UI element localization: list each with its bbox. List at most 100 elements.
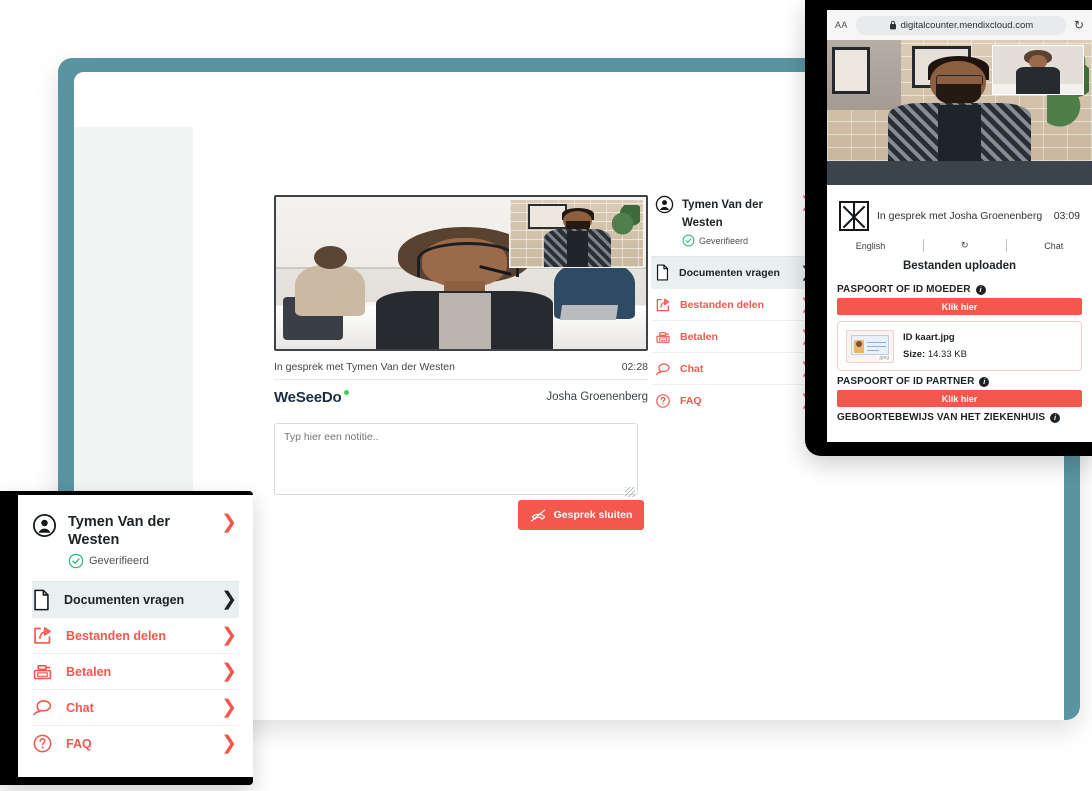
- contact-header[interactable]: Tymen Van der Westen Geverifieerd: [651, 195, 819, 256]
- weseedo-mark-icon: [839, 201, 869, 231]
- menu-item-chat[interactable]: Chat ❯: [32, 689, 239, 725]
- chevron-right-icon: ❯: [221, 589, 237, 610]
- action-menu-large: Tymen Van der Westen Geverifieerd ❯ Docu…: [18, 495, 253, 761]
- phone-upload-panel: In gesprek met Josha Groenenberg 03:09 E…: [827, 195, 1092, 442]
- menu-item-label: Betalen: [680, 330, 718, 343]
- menu-item-chat[interactable]: Chat ❯: [651, 352, 819, 384]
- phone-video-feed[interactable]: [827, 40, 1092, 161]
- menu-item-label: FAQ: [680, 394, 702, 407]
- phone-wall-picture-left: [832, 47, 871, 95]
- menu-item-bestanden-delen[interactable]: Bestanden delen ❯: [651, 288, 819, 320]
- chat-bubbles-icon: [32, 697, 53, 718]
- contact-name: Tymen Van der Westen: [682, 199, 763, 229]
- chevron-right-icon: ❯: [221, 733, 237, 754]
- menu-item-faq[interactable]: FAQ ❯: [651, 384, 819, 416]
- action-menu: Tymen Van der Westen Geverifieerd Docume…: [651, 195, 819, 416]
- file-size: Size: 14.33 KB: [903, 346, 967, 363]
- browser-address-bar: AA digitalcounter.mendixcloud.com ↻: [827, 10, 1092, 40]
- share-icon: [655, 297, 671, 313]
- verified-label: Geverifieerd: [89, 555, 149, 567]
- self-view-pip[interactable]: [508, 199, 644, 268]
- brand-dot: [343, 389, 349, 395]
- phone-video-strip: [827, 161, 1092, 185]
- pip-agent-body: [1016, 67, 1060, 95]
- verified-badge: Geverifieerd: [68, 553, 210, 569]
- phone-screen: AA digitalcounter.mendixcloud.com ↻ In g…: [827, 10, 1092, 442]
- phone-person-tshirt: [938, 105, 981, 161]
- toolbar-divider: [922, 239, 924, 252]
- id-line: [867, 341, 886, 344]
- share-icon: [32, 625, 53, 646]
- upload-section-label-partner: PASPOORT OF ID PARTNER i: [837, 376, 1082, 387]
- phone-call-timer: 03:09: [1053, 210, 1080, 222]
- check-circle-icon: [68, 553, 84, 569]
- contact-info: Tymen Van der Westen Geverifieerd: [68, 513, 210, 569]
- info-icon[interactable]: i: [1050, 412, 1061, 423]
- menu-item-label: FAQ: [66, 736, 92, 751]
- menu-card-device: Tymen Van der Westen Geverifieerd ❯ Docu…: [0, 491, 253, 785]
- brand-text: WeSeeDo: [274, 388, 342, 406]
- weseedo-logo: WeSeeDo: [274, 388, 349, 406]
- text-size-button[interactable]: AA: [835, 20, 848, 30]
- menu-item-label: Documenten vragen: [64, 592, 185, 607]
- contact-info: Tymen Van der Westen Geverifieerd: [682, 195, 792, 247]
- upload-button-partner[interactable]: Klik hier: [837, 390, 1082, 408]
- main-video-feed[interactable]: [274, 195, 648, 351]
- menu-item-bestanden-delen[interactable]: Bestanden delen ❯: [32, 617, 239, 653]
- contact-name: Tymen Van der Westen: [68, 514, 171, 548]
- cash-register-icon: [655, 329, 671, 345]
- brand-row: WeSeeDo Josha Groenenberg: [274, 379, 648, 415]
- menu-item-documenten-vragen[interactable]: Documenten vragen ❯: [651, 256, 819, 288]
- pip-plant: [611, 205, 641, 237]
- contact-header[interactable]: Tymen Van der Westen Geverifieerd ❯: [32, 513, 239, 581]
- refresh-icon[interactable]: ↻: [961, 240, 969, 251]
- menu-item-betalen[interactable]: Betalen ❯: [651, 320, 819, 352]
- document-icon: [32, 589, 51, 611]
- url-field[interactable]: digitalcounter.mendixcloud.com: [855, 15, 1066, 35]
- url-text: digitalcounter.mendixcloud.com: [900, 19, 1034, 31]
- verified-badge: Geverifieerd: [682, 234, 792, 247]
- id-line: [867, 349, 879, 352]
- cash-register-icon: [32, 661, 53, 682]
- menu-item-label: Bestanden delen: [680, 298, 765, 311]
- section-label-text: GEBOORTEBEWIJS VAN HET ZIEKENHUIS: [837, 412, 1046, 424]
- menu-item-documenten-vragen[interactable]: Documenten vragen ❯: [32, 581, 239, 617]
- language-button[interactable]: English: [856, 241, 886, 251]
- info-icon[interactable]: i: [975, 284, 986, 295]
- end-call-button[interactable]: Gesprek sluiten: [518, 500, 644, 530]
- call-timer: 02:28: [621, 361, 648, 373]
- chat-button[interactable]: Chat: [1044, 241, 1063, 251]
- menu-item-label: Chat: [680, 362, 704, 375]
- phone-device: AA digitalcounter.mendixcloud.com ↻ In g…: [805, 0, 1092, 456]
- phone-self-view-pip[interactable]: [991, 44, 1085, 96]
- file-meta: ID kaart.jpg Size: 14.33 KB: [903, 329, 967, 363]
- section-label-text: PASPOORT OF ID PARTNER: [837, 376, 975, 388]
- question-circle-icon: [32, 733, 53, 754]
- upload-section-label-moeder: PASPOORT OF ID MOEDER i: [837, 284, 1082, 295]
- laptop: [559, 304, 618, 321]
- upload-button-moeder[interactable]: Klik hier: [837, 298, 1082, 315]
- call-status-bar: In gesprek met Tymen Van der Westen 02:2…: [274, 355, 648, 380]
- menu-item-betalen[interactable]: Betalen ❯: [32, 653, 239, 689]
- file-name: ID kaart.jpg: [903, 332, 955, 343]
- phone-call-status: In gesprek met Josha Groenenberg 03:09: [837, 195, 1082, 235]
- toolbar-divider: [1005, 239, 1007, 252]
- agent-shirt: [438, 293, 491, 349]
- end-call-label: Gesprek sluiten: [553, 509, 633, 521]
- info-icon[interactable]: i: [979, 376, 990, 387]
- chevron-right-icon: ❯: [221, 661, 237, 682]
- upload-section-label-geboortebewijs: GEBOORTEBEWIJS VAN HET ZIEKENHUIS i: [837, 412, 1082, 423]
- document-icon: [655, 264, 670, 281]
- contact-chevron-right-icon[interactable]: ❯: [221, 513, 237, 532]
- pip-person-tshirt: [567, 230, 589, 267]
- uploaded-file-card[interactable]: jpeg ID kaart.jpg Size: 14.33 KB: [837, 321, 1082, 372]
- phone-hangup-icon: [530, 508, 547, 523]
- chevron-right-icon: ❯: [221, 697, 237, 718]
- note-input[interactable]: [274, 423, 638, 495]
- menu-item-faq[interactable]: FAQ ❯: [32, 725, 239, 761]
- reload-icon[interactable]: ↻: [1074, 18, 1084, 32]
- background-person-left: [294, 246, 365, 316]
- id-photo: [854, 339, 864, 353]
- textarea-resize-grip[interactable]: [625, 487, 635, 497]
- id-line: [867, 345, 886, 348]
